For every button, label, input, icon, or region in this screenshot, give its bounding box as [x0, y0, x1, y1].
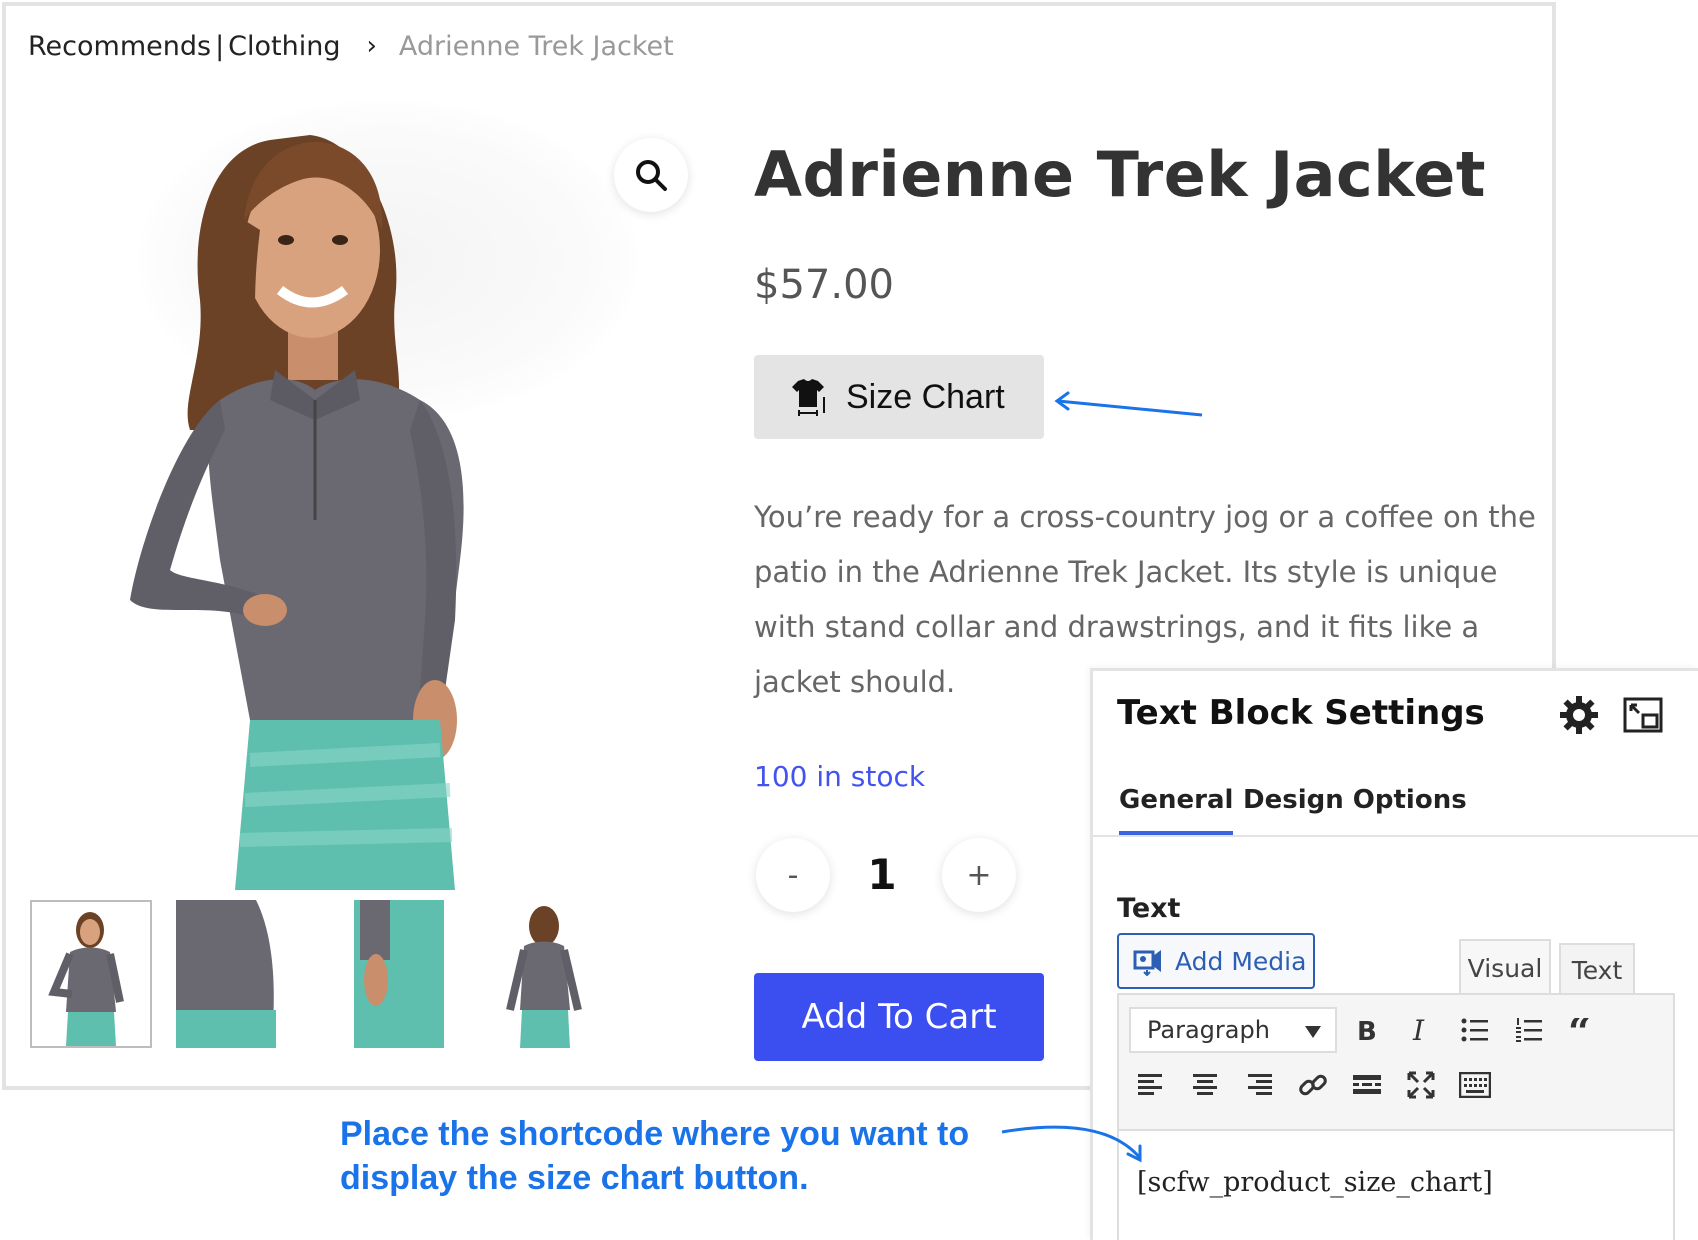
add-media-button[interactable]: Add Media: [1117, 933, 1315, 989]
annotation-arrow-icon: [1001, 1125, 1142, 1163]
caret-down-icon: [1305, 1026, 1321, 1038]
shortcode-text: [scfw_product_size_chart]: [1137, 1167, 1493, 1198]
add-to-cart-button[interactable]: Add To Cart: [754, 973, 1044, 1061]
format-select-value: Paragraph: [1147, 1016, 1270, 1044]
media-icon: [1133, 950, 1161, 976]
breadcrumb-root[interactable]: Recommends: [28, 31, 211, 62]
fullscreen-icon[interactable]: [1399, 1063, 1443, 1107]
numbered-list-icon[interactable]: [1507, 1008, 1551, 1052]
zoom-button[interactable]: [614, 138, 688, 212]
bullet-list-icon[interactable]: [1453, 1008, 1497, 1052]
quantity-decrease-button[interactable]: -: [756, 838, 830, 912]
quantity-increase-button[interactable]: +: [942, 838, 1016, 912]
breadcrumb-category[interactable]: Clothing: [228, 31, 340, 62]
align-center-icon[interactable]: [1183, 1063, 1227, 1107]
instruction-line-1: Place the shortcode where you want to: [340, 1115, 970, 1153]
product-title: Adrienne Trek Jacket: [754, 138, 1486, 211]
search-icon: [636, 160, 667, 191]
blockquote-icon[interactable]: “: [1561, 1008, 1605, 1052]
align-left-icon[interactable]: [1129, 1063, 1173, 1107]
align-right-icon[interactable]: [1237, 1063, 1281, 1107]
editor-tab-text[interactable]: Text: [1559, 943, 1635, 995]
shirt-size-icon: [792, 379, 825, 416]
breadcrumb: Recommends | Clothing › Adrienne Trek Ja…: [28, 28, 674, 64]
thumbnail-2[interactable]: [176, 900, 298, 1048]
thumbnail-4[interactable]: [484, 900, 606, 1048]
editor-toolbar: Paragraph B I “: [1117, 993, 1675, 1131]
toolbar-toggle-icon[interactable]: [1453, 1063, 1497, 1107]
tab-design-options[interactable]: Design Options: [1243, 785, 1467, 815]
instruction-line-2: display the size chart button.: [340, 1159, 809, 1197]
instruction-text: Place the shortcode where you want to di…: [340, 1112, 1020, 1200]
product-price: $57.00: [754, 262, 894, 308]
bold-icon[interactable]: B: [1345, 1008, 1389, 1052]
text-block-settings-panel: Text Block Settings General Design Optio…: [1090, 668, 1698, 1240]
quantity-value[interactable]: 1: [862, 850, 902, 899]
panel-tabs: General Design Options: [1093, 771, 1698, 837]
size-chart-button[interactable]: Size Chart: [754, 355, 1044, 439]
link-icon[interactable]: [1291, 1063, 1335, 1107]
expand-icon[interactable]: [1621, 693, 1665, 737]
product-main-image[interactable]: [60, 100, 620, 890]
panel-title: Text Block Settings: [1117, 693, 1485, 733]
editor-content[interactable]: [scfw_product_size_chart]: [1117, 1131, 1675, 1240]
gear-icon[interactable]: [1557, 693, 1601, 737]
tab-general[interactable]: General: [1119, 785, 1234, 835]
editor-tab-visual[interactable]: Visual: [1459, 939, 1551, 995]
format-select[interactable]: Paragraph: [1129, 1007, 1337, 1053]
breadcrumb-current: Adrienne Trek Jacket: [398, 30, 674, 62]
svg-text:B: B: [1357, 1017, 1377, 1044]
add-media-label: Add Media: [1175, 946, 1307, 976]
stock-status: 100 in stock: [754, 760, 926, 793]
annotation-arrow-icon: [1054, 391, 1203, 417]
chevron-right-icon: ›: [366, 31, 377, 61]
italic-icon[interactable]: I: [1399, 1008, 1443, 1052]
size-chart-label: Size Chart: [846, 377, 1005, 416]
svg-text:I: I: [1412, 1016, 1425, 1044]
read-more-icon[interactable]: [1345, 1063, 1389, 1107]
svg-text:“: “: [1568, 1018, 1591, 1042]
breadcrumb-divider: |: [215, 30, 225, 62]
thumbnail-3[interactable]: [340, 900, 462, 1048]
thumbnail-1[interactable]: [30, 900, 152, 1048]
text-field-label: Text: [1117, 893, 1181, 924]
